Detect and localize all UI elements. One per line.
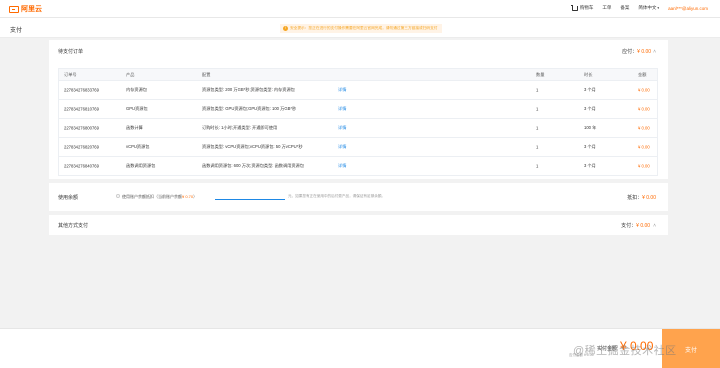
balance-option-suffix: ） — [193, 194, 198, 199]
order-config: 订购时长: 1小时;开通类型: 开通即可使用 — [202, 125, 278, 130]
account-menu[interactable]: aanl***@aliyun.com — [668, 6, 708, 11]
order-config: 资源包类型: vCPU资源包;vCPU资源包: 50 万vCPU*秒 — [202, 144, 303, 149]
other-pay-amount: ¥ 0.00 — [636, 223, 651, 229]
table-row: 227834276840769 函数调用资源包 函数调用资源包: 600 万次;… — [58, 157, 658, 176]
order-config: 资源包类型: 200 万GB*秒;资源包类型: 内存资源包 — [202, 87, 295, 92]
deduct-summary: 抵扣：¥ 0.00 — [627, 194, 656, 201]
col-config: 配置 — [202, 71, 211, 77]
orders-table: 订单号 产品 配置 数量 时长 金额 227834276833769 内存资源包… — [58, 68, 658, 176]
table-row: 227834276833769 内存资源包 资源包类型: 200 万GB*秒;资… — [58, 81, 658, 100]
deduct-amount: ¥ 0.00 — [642, 195, 656, 201]
order-quantity: 1 — [536, 87, 539, 93]
table-row: 227834276800769 函数计算 订购时长: 1小时;开通类型: 开通即… — [58, 119, 658, 138]
chevron-up-icon[interactable]: ˄ — [653, 49, 656, 55]
order-quantity: 1 — [536, 144, 539, 150]
col-quantity: 数量 — [536, 71, 545, 77]
order-duration: 3 个月 — [584, 144, 596, 149]
order-id: 227834276820769 — [64, 144, 99, 150]
col-order-id: 订单号 — [64, 71, 77, 77]
top-bar: 阿里云 购物车 工单 备案 简体中文 aanl***@aliyun.com — [0, 0, 720, 18]
detail-link[interactable]: 详情 — [338, 125, 346, 131]
orders-link[interactable]: 工单 — [602, 5, 611, 11]
order-amount: ¥ 0.00 — [638, 87, 650, 93]
order-config: 函数调用资源包: 600 万次;资源包类型: 函数调用资源包 — [202, 163, 304, 168]
notice-text: 安全提示：您正在进行的支付操作需要在阿里云官网完成，请勿通过第三方链接或扫码支付 — [290, 26, 438, 30]
order-product: 内存资源包 — [126, 87, 147, 92]
order-id: 227834276833769 — [64, 87, 99, 93]
deduct-label: 抵扣： — [627, 195, 643, 201]
logo-icon — [9, 5, 19, 13]
order-product: 函数调用资源包 — [126, 163, 156, 168]
account-balance-value: ¥ 0.70 — [182, 194, 194, 199]
order-product: vCPU资源包 — [126, 144, 150, 149]
balance-option-text: 使用账户余额抵扣（当前账户余额 — [122, 194, 182, 199]
other-payment-summary[interactable]: 支付：¥ 0.00 ˄ — [621, 222, 656, 229]
orders-total-label: 应付： — [622, 49, 638, 55]
order-product: 函数计算 — [126, 125, 143, 130]
security-notice: ! 安全提示：您正在进行的支付操作需要在阿里云官网完成，请勿通过第三方链接或扫码… — [280, 24, 442, 33]
table-row: 227834276820769 vCPU资源包 资源包类型: vCPU资源包;v… — [58, 138, 658, 157]
watermark-text: @稀土掘金技术社区 — [573, 345, 677, 357]
order-id: 227834276800769 — [64, 125, 99, 131]
orders-heading: 待支付订单 — [58, 49, 84, 55]
order-id: 227834276810769 — [64, 106, 99, 112]
balance-amount-input[interactable] — [215, 192, 285, 200]
order-amount: ¥ 0.00 — [638, 144, 650, 150]
table-row: 227834276810769 GPU资源包 资源包类型: GPU资源包;GPU… — [58, 100, 658, 119]
order-id: 227834276840769 — [64, 163, 99, 169]
pending-orders-panel: 待支付订单 应付：¥ 0.00 ˄ 订单号 产品 配置 数量 时长 金额 2278… — [49, 40, 668, 179]
warning-icon: ! — [283, 26, 288, 31]
balance-option-label: 使用账户余额抵扣（当前账户余额¥ 0.70） — [122, 194, 197, 200]
cart-link[interactable]: 购物车 — [570, 4, 594, 11]
order-product: GPU资源包 — [126, 106, 148, 111]
cart-icon — [570, 4, 578, 11]
docs-link[interactable]: 备案 — [620, 5, 629, 11]
order-amount: ¥ 0.00 — [638, 163, 650, 169]
orders-total-amount: ¥ 0.00 — [637, 49, 652, 55]
aliyun-logo[interactable]: 阿里云 — [9, 4, 42, 14]
order-duration: 3 个月 — [584, 163, 596, 168]
balance-heading: 使用余额 — [58, 195, 79, 201]
orders-total[interactable]: 应付：¥ 0.00 ˄ — [622, 48, 656, 55]
cart-label: 购物车 — [579, 5, 594, 10]
detail-link[interactable]: 详情 — [338, 87, 346, 93]
order-duration: 3 个月 — [584, 87, 596, 92]
order-quantity: 1 — [536, 125, 539, 131]
order-quantity: 1 — [536, 163, 539, 169]
table-header: 订单号 产品 配置 数量 时长 金额 — [58, 68, 658, 81]
chevron-up-icon[interactable]: ˄ — [653, 223, 656, 229]
logo-text: 阿里云 — [21, 6, 42, 13]
col-product: 产品 — [126, 71, 135, 77]
order-duration: 3 个月 — [584, 106, 596, 111]
language-selector[interactable]: 简体中文 — [638, 5, 659, 11]
order-quantity: 1 — [536, 106, 539, 112]
other-payment-heading: 其他方式支付 — [58, 223, 89, 229]
page-title: 支付 — [10, 28, 23, 34]
other-pay-label: 支付： — [621, 223, 637, 229]
detail-link[interactable]: 详情 — [338, 106, 346, 112]
col-amount: 金额 — [638, 71, 647, 77]
other-payment-panel[interactable]: 其他方式支付 支付：¥ 0.00 ˄ — [49, 215, 668, 235]
detail-link[interactable]: 详情 — [338, 144, 346, 150]
balance-hint: 元，如果您有正在使用中的后付费产品，请保证有足够余额。 — [288, 194, 386, 198]
top-nav: 购物车 工单 备案 简体中文 aanl***@aliyun.com — [570, 4, 708, 11]
order-config: 资源包类型: GPU资源包;GPU资源包: 100 万GB*秒 — [202, 106, 297, 111]
order-amount: ¥ 0.00 — [638, 125, 650, 131]
detail-link[interactable]: 详情 — [338, 163, 346, 169]
balance-panel: 使用余额 使用账户余额抵扣（当前账户余额¥ 0.70） 元，如果您有正在使用中的… — [49, 183, 668, 211]
order-duration: 100 年 — [584, 125, 597, 130]
order-amount: ¥ 0.00 — [638, 106, 650, 112]
use-balance-checkbox[interactable] — [116, 194, 120, 198]
col-duration: 时长 — [584, 71, 593, 77]
